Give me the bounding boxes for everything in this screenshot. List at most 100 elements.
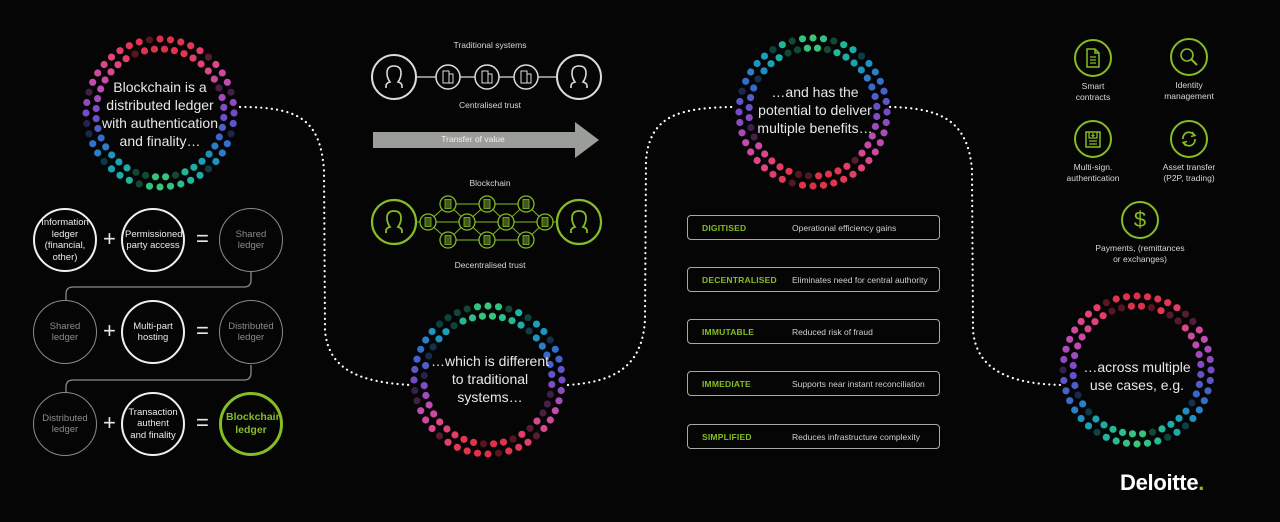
ring-dot xyxy=(1102,433,1110,441)
ring-dot xyxy=(494,449,503,457)
ring-dot xyxy=(776,163,784,171)
block-icon xyxy=(439,195,457,213)
benefit-simplified: SIMPLIFIED Reduces infrastructure complex… xyxy=(687,424,940,449)
block-icon xyxy=(478,231,496,249)
eq3-result-blockchain-ledger: Blockchain ledger xyxy=(219,392,283,456)
ring-dot xyxy=(484,302,492,310)
ring-dot xyxy=(753,156,761,165)
ring-dot xyxy=(122,55,130,63)
ring-dot xyxy=(1187,332,1195,340)
ring-dot xyxy=(539,409,547,417)
ring-dot xyxy=(1173,304,1181,312)
ring-dot xyxy=(145,36,154,44)
ring-dot xyxy=(747,68,755,76)
ring-dot xyxy=(1122,293,1131,301)
ring-dot xyxy=(1071,406,1079,414)
ring-dot xyxy=(1157,307,1165,315)
ring-dot xyxy=(851,156,859,164)
ring-dot xyxy=(1181,310,1190,318)
ring-dot xyxy=(760,52,769,60)
ring-dot xyxy=(1189,317,1197,326)
ring-dot xyxy=(196,171,204,179)
ring-dot xyxy=(1079,400,1087,408)
block-icon xyxy=(517,195,535,213)
ring-dot xyxy=(753,59,761,68)
signature-icon xyxy=(1074,120,1112,158)
ring-dot xyxy=(798,181,807,189)
ring-dot xyxy=(177,38,185,46)
dollar-icon: $ xyxy=(1121,201,1159,239)
ring-dot xyxy=(479,440,488,448)
ring-dot xyxy=(769,170,777,178)
ring-dot xyxy=(459,317,467,325)
ring-dot xyxy=(505,447,513,455)
deloitte-logo: Deloitte. xyxy=(1120,470,1205,495)
ring-dot xyxy=(517,321,525,329)
ring-dot xyxy=(1071,326,1079,334)
ring-dot xyxy=(1093,304,1101,312)
ring-dot xyxy=(125,176,133,184)
ring-dot xyxy=(156,35,164,43)
ring-dot xyxy=(842,53,850,61)
ring-dot xyxy=(1091,318,1099,326)
ring-dot xyxy=(1084,310,1093,318)
ring-dot xyxy=(1167,420,1175,428)
ring-dot xyxy=(499,438,508,446)
ring-dot xyxy=(813,44,822,52)
usecase-identity-management: Identity management xyxy=(1134,38,1244,101)
ring-dot xyxy=(444,438,452,446)
traditional-caption: Centralised trust xyxy=(459,100,521,110)
ring-dot xyxy=(518,430,526,438)
refresh-icon xyxy=(1170,120,1208,158)
ring-dot xyxy=(430,410,438,418)
ring-dot xyxy=(819,181,828,189)
ring-dot xyxy=(444,314,452,322)
ring-dot xyxy=(857,66,865,74)
ring-dot xyxy=(1154,295,1162,303)
block-icon xyxy=(439,231,457,249)
ring-dot xyxy=(1147,304,1155,312)
ring-dot xyxy=(1084,325,1092,333)
ring-dot xyxy=(840,41,848,49)
ring-dot xyxy=(107,68,115,76)
person-icon xyxy=(370,198,418,246)
ring-dot xyxy=(747,148,755,156)
ring-dot xyxy=(204,165,213,173)
ring-dot xyxy=(162,173,170,181)
ring-dot xyxy=(755,142,763,150)
ring-dot xyxy=(540,424,548,433)
equals-sign: = xyxy=(196,410,209,435)
ring-dot xyxy=(509,435,517,443)
ring-dot xyxy=(1148,428,1157,436)
ring-dot xyxy=(830,179,838,187)
eq2-input-b: Multi-part hosting xyxy=(121,300,185,364)
ring-dot xyxy=(1137,302,1146,310)
ring-dot xyxy=(785,167,793,175)
ring-dot xyxy=(1128,430,1137,438)
ring-dot xyxy=(435,335,443,343)
ring-dot xyxy=(1181,422,1190,430)
ring-dot xyxy=(525,327,533,335)
ring-dot xyxy=(140,47,149,55)
ring-dot xyxy=(218,69,226,77)
ring-dot xyxy=(505,305,513,313)
ring-dot xyxy=(422,416,430,424)
ring-dot xyxy=(177,180,185,188)
ring-dot xyxy=(754,75,762,83)
ring-dot xyxy=(804,172,813,180)
ring-dot xyxy=(166,36,175,44)
ring-dot xyxy=(533,417,541,425)
ring-dot xyxy=(768,157,776,165)
ring-dot xyxy=(1166,311,1174,319)
blockchain-caption: Decentralised trust xyxy=(454,260,526,270)
block-icon xyxy=(458,213,476,231)
plus-sign: + xyxy=(103,318,116,343)
ring-dot xyxy=(494,303,503,311)
ring-dot xyxy=(189,54,197,62)
ring-dot xyxy=(490,440,498,448)
ring-dot xyxy=(463,305,471,313)
ring-dot xyxy=(1066,397,1074,405)
ring-dot xyxy=(1133,440,1141,448)
ring-dot xyxy=(840,175,848,183)
ring-dot xyxy=(1077,414,1085,423)
